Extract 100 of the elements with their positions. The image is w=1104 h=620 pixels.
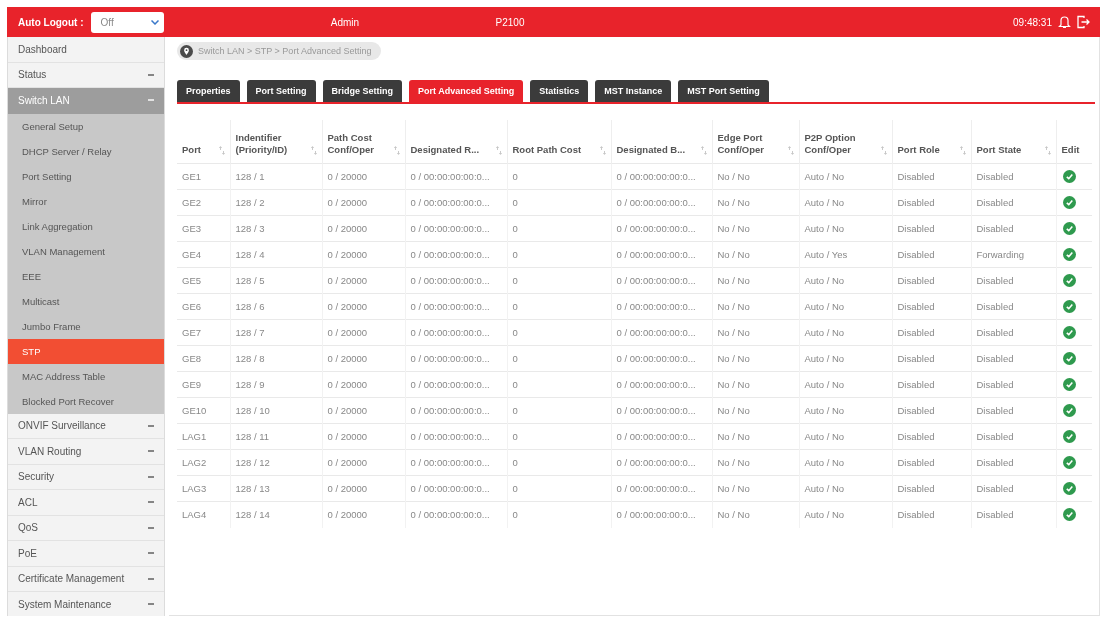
sort-icon[interactable] <box>495 146 502 155</box>
table-cell: GE3 <box>177 215 230 242</box>
check-circle-icon[interactable] <box>1062 482 1076 495</box>
sort-icon[interactable] <box>218 146 225 155</box>
sidebar-subitem[interactable]: Mirror <box>8 188 164 214</box>
sidebar-item[interactable]: Dashboard <box>8 37 164 63</box>
sidebar-item[interactable]: PoE <box>8 541 164 567</box>
check-circle-icon[interactable] <box>1062 196 1076 209</box>
auto-logout-dropdown[interactable]: Off <box>90 11 164 33</box>
minus-icon[interactable] <box>148 424 154 427</box>
column-header[interactable]: Designated R... <box>405 119 507 164</box>
tab[interactable]: MST Port Setting <box>678 79 769 102</box>
bell-icon[interactable] <box>1058 15 1071 29</box>
check-circle-icon[interactable] <box>1062 300 1076 313</box>
table-cell: 0 / 00:00:00:00:0... <box>405 163 507 190</box>
breadcrumb-text: Switch LAN > STP > Port Advanced Setting <box>198 46 372 56</box>
sort-icon[interactable] <box>787 146 794 155</box>
minus-icon[interactable] <box>148 450 154 453</box>
sidebar-subitem[interactable]: Jumbo Frame <box>8 313 164 339</box>
sort-icon[interactable] <box>599 146 606 155</box>
sidebar-item[interactable]: QoS <box>8 515 164 541</box>
table-cell: Disabled <box>892 397 971 424</box>
table-cell: Auto / No <box>799 371 892 398</box>
check-circle-icon[interactable] <box>1062 326 1076 339</box>
sidebar-subitem[interactable]: Multicast <box>8 288 164 314</box>
check-circle-icon[interactable] <box>1062 352 1076 365</box>
column-header[interactable]: Port Role <box>892 119 971 164</box>
table-cell: 0 / 20000 <box>322 215 405 242</box>
tab[interactable]: Port Setting <box>246 79 316 102</box>
sidebar-subitem[interactable]: Link Aggregation <box>8 213 164 239</box>
sort-icon[interactable] <box>1044 146 1051 155</box>
column-header[interactable]: Port <box>177 119 230 164</box>
table-cell: 128 / 3 <box>230 215 322 242</box>
table-cell: GE10 <box>177 397 230 424</box>
table-cell: LAG4 <box>177 501 230 528</box>
table-cell: 0 / 00:00:00:00:0... <box>405 501 507 528</box>
table-cell: Disabled <box>971 189 1056 216</box>
column-header[interactable]: Designated B... <box>611 119 712 164</box>
table-cell: Disabled <box>892 449 971 476</box>
table-cell: No / No <box>712 215 799 242</box>
sidebar-subitem[interactable]: MAC Address Table <box>8 363 164 389</box>
tab[interactable]: MST Instance <box>595 79 672 102</box>
sidebar-item[interactable]: Security <box>8 464 164 490</box>
table-cell: 0 / 00:00:00:00:0... <box>611 345 712 372</box>
check-circle-icon[interactable] <box>1062 248 1076 261</box>
sidebar-subitem[interactable]: Blocked Port Recover <box>8 388 164 414</box>
sort-icon[interactable] <box>310 146 317 155</box>
tab[interactable]: Bridge Setting <box>322 79 403 102</box>
minus-icon[interactable] <box>148 552 154 555</box>
check-circle-icon[interactable] <box>1062 508 1076 522</box>
table-cell: 0 / 00:00:00:00:0... <box>405 397 507 424</box>
table-cell: GE2 <box>177 189 230 216</box>
table-cell: Disabled <box>892 163 971 190</box>
sidebar-item[interactable]: ACL <box>8 490 164 516</box>
sidebar-subitem[interactable]: DHCP Server / Relay <box>8 138 164 164</box>
minus-icon[interactable] <box>148 475 154 478</box>
check-circle-icon[interactable] <box>1062 456 1076 469</box>
tab[interactable]: Port Advanced Setting <box>409 79 524 102</box>
sidebar-subitem[interactable]: STP <box>8 338 164 364</box>
minus-icon[interactable] <box>148 73 154 76</box>
table-cell: Disabled <box>971 449 1056 476</box>
sidebar-subitem[interactable]: VLAN Management <box>8 238 164 264</box>
sort-icon[interactable] <box>880 146 887 155</box>
check-circle-icon[interactable] <box>1062 404 1076 417</box>
minus-icon[interactable] <box>148 603 154 606</box>
sidebar-item[interactable]: ONVIF Surveillance <box>8 413 164 439</box>
minus-icon[interactable] <box>148 99 154 102</box>
minus-icon[interactable] <box>148 501 154 504</box>
tab[interactable]: Properties <box>177 79 240 102</box>
check-circle-icon[interactable] <box>1062 222 1076 235</box>
minus-icon[interactable] <box>148 577 154 580</box>
sidebar-item[interactable]: Certificate Management <box>8 566 164 592</box>
sidebar-item[interactable]: System Maintenance <box>8 592 164 616</box>
sort-icon[interactable] <box>700 146 707 155</box>
table-cell: Disabled <box>892 267 971 294</box>
table-cell: 0 <box>507 397 611 424</box>
column-header[interactable]: P2P Option Conf/Oper <box>799 119 892 164</box>
column-header[interactable]: Edge Port Conf/Oper <box>712 119 799 164</box>
sort-icon[interactable] <box>959 146 966 155</box>
table-cell: Auto / No <box>799 293 892 320</box>
minus-icon[interactable] <box>148 526 154 529</box>
column-header[interactable]: Port State <box>971 119 1056 164</box>
table-cell: 0 / 00:00:00:00:0... <box>611 215 712 242</box>
check-circle-icon[interactable] <box>1062 274 1076 287</box>
sort-icon[interactable] <box>393 146 400 155</box>
sidebar-subitem[interactable]: EEE <box>8 263 164 289</box>
check-circle-icon[interactable] <box>1062 170 1076 183</box>
table-cell: LAG3 <box>177 475 230 502</box>
sidebar-item[interactable]: VLAN Routing <box>8 439 164 465</box>
table-cell: No / No <box>712 423 799 450</box>
column-header[interactable]: Indentifier (Priority/ID) <box>230 119 322 164</box>
column-header[interactable]: Root Path Cost <box>507 119 611 164</box>
tab[interactable]: Statistics <box>530 79 589 102</box>
sidebar-subitem[interactable]: Port Setting <box>8 163 164 189</box>
table-cell: No / No <box>712 241 799 268</box>
check-circle-icon[interactable] <box>1062 378 1076 391</box>
logout-icon[interactable] <box>1077 15 1090 29</box>
sidebar-subitem[interactable]: General Setup <box>8 113 164 139</box>
check-circle-icon[interactable] <box>1062 430 1076 443</box>
column-header[interactable]: Path Cost Conf/Oper <box>322 119 405 164</box>
